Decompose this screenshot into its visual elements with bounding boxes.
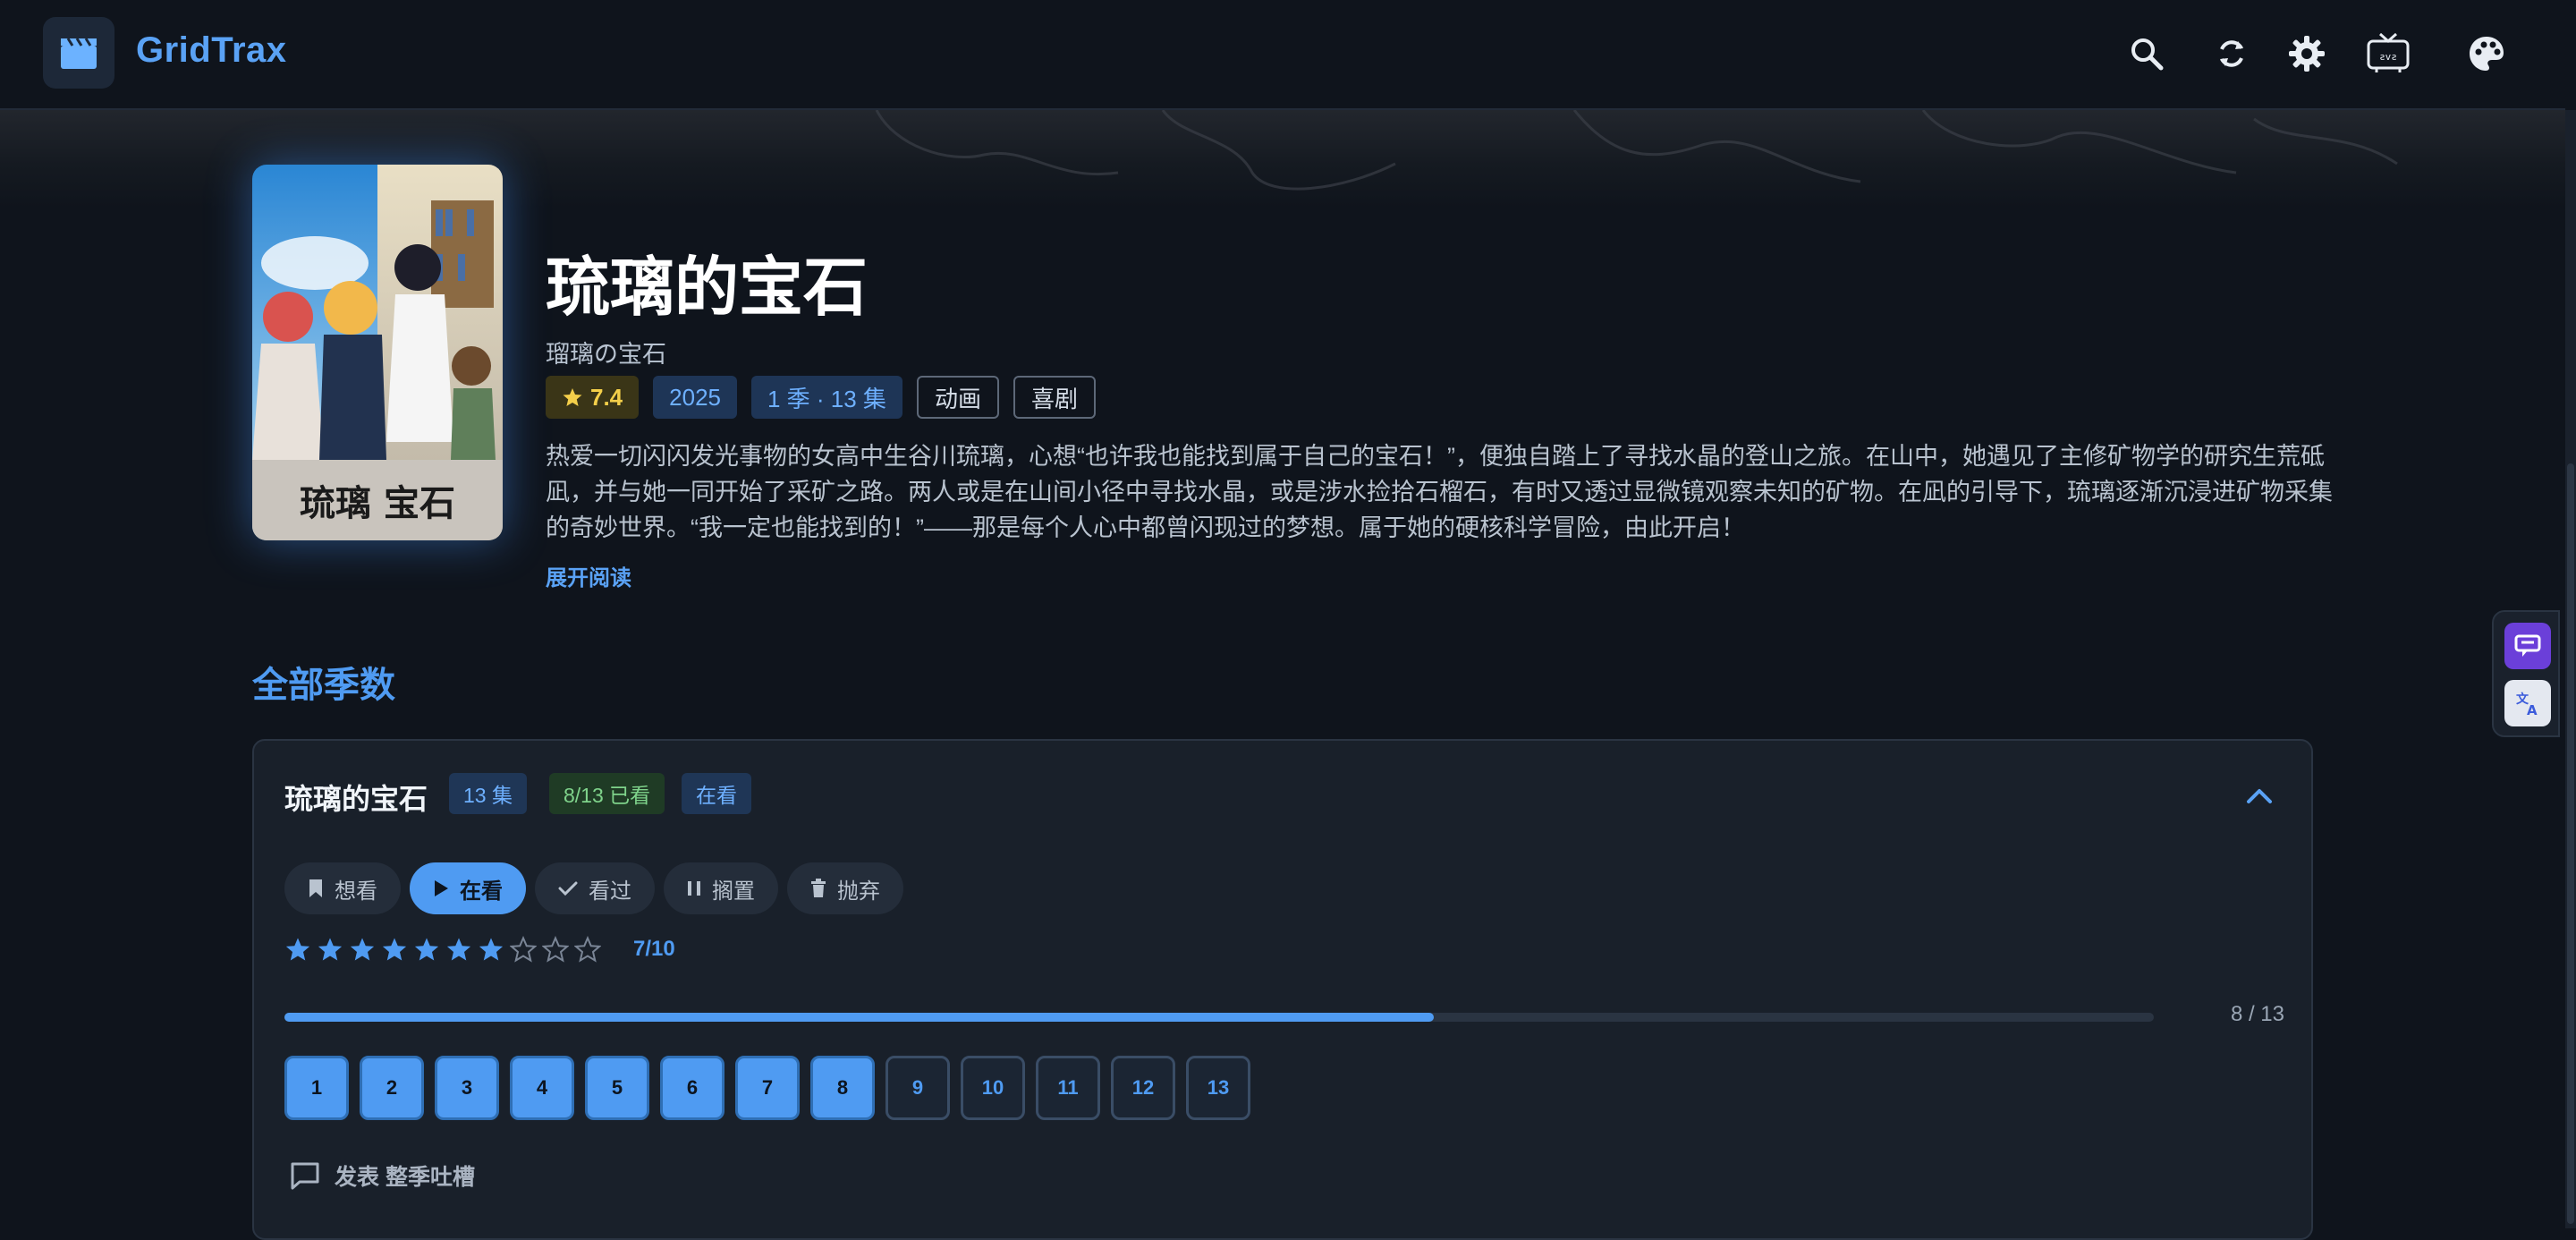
star-empty-icon[interactable] <box>542 936 569 963</box>
status-label: 想看 <box>335 879 377 904</box>
palette-icon[interactable] <box>2460 27 2513 81</box>
chat-icon[interactable] <box>2504 623 2551 669</box>
section-title: 全部季数 <box>252 666 395 705</box>
status-watching-button[interactable]: 在看 <box>410 862 526 914</box>
episode-button[interactable]: 6 <box>660 1056 724 1120</box>
watch-status-group: 想看 在看 看过 搁置 抛弃 <box>284 862 903 914</box>
sync-icon[interactable] <box>2205 27 2258 81</box>
watched-count-badge: 8/13 已看 <box>549 773 665 814</box>
bookmark-icon <box>309 879 322 897</box>
svg-text:A: A <box>2527 702 2538 718</box>
status-label: 在看 <box>460 879 503 904</box>
rating-value: 7.4 <box>590 383 623 411</box>
show-title: 琉璃的宝石 <box>546 252 869 324</box>
episode-button[interactable]: 5 <box>585 1056 649 1120</box>
episode-button[interactable]: 3 <box>435 1056 499 1120</box>
status-label: 看过 <box>589 879 631 904</box>
star-filled-icon[interactable] <box>317 936 343 963</box>
comment-label: 发表 整季吐槽 <box>335 1165 475 1190</box>
pause-icon <box>688 881 700 896</box>
clapperboard-icon[interactable] <box>43 17 114 89</box>
show-description: 热爱一切闪闪发光事物的女高中生谷川琉璃，心想“也许我也能找到属于自己的宝石！”，… <box>546 443 2333 541</box>
progress-text: 8 / 13 <box>2230 1002 2284 1026</box>
episode-count-badge: 13 集 <box>449 773 527 814</box>
chevron-up-icon[interactable] <box>2241 778 2277 814</box>
episode-grid: 1 2 3 4 5 6 7 8 9 10 11 12 13 <box>284 1056 1250 1120</box>
episode-button[interactable]: 12 <box>1111 1056 1175 1120</box>
episode-button[interactable]: 4 <box>510 1056 574 1120</box>
season-name: 琉璃的宝石 <box>284 783 428 815</box>
season-episode-badge: 1 季 · 13 集 <box>751 376 902 419</box>
genre-tag[interactable]: 喜剧 <box>1013 376 1096 419</box>
translate-icon[interactable]: 文A <box>2504 680 2551 726</box>
gear-icon[interactable] <box>2280 27 2334 81</box>
star-empty-icon[interactable] <box>574 936 601 963</box>
star-icon <box>563 388 582 406</box>
check-icon <box>558 881 578 896</box>
year-badge: 2025 <box>653 376 737 419</box>
floating-toolbar: 文A <box>2492 610 2560 737</box>
episode-button[interactable]: 11 <box>1036 1056 1100 1120</box>
scrollbar[interactable] <box>2565 110 2576 1228</box>
trash-icon <box>811 879 826 897</box>
star-filled-icon[interactable] <box>413 936 440 963</box>
original-title: 瑠璃の宝石 <box>546 341 666 368</box>
poster-image: 琉璃 宝石 <box>252 165 503 540</box>
expand-description-link[interactable]: 展开阅读 <box>546 560 631 591</box>
star-filled-icon[interactable] <box>478 936 504 963</box>
status-badge: 在看 <box>682 773 751 814</box>
episode-button[interactable]: 10 <box>961 1056 1025 1120</box>
star-filled-icon[interactable] <box>349 936 376 963</box>
svg-text:琉璃 宝石: 琉璃 宝石 <box>300 482 455 524</box>
tag-row: 7.4 2025 1 季 · 13 集 动画 喜剧 <box>546 376 1096 419</box>
episode-button[interactable]: 1 <box>284 1056 349 1120</box>
episode-button[interactable]: 13 <box>1186 1056 1250 1120</box>
status-want-button[interactable]: 想看 <box>284 862 401 914</box>
season-comment-button[interactable]: 发表 整季吐槽 <box>290 1159 475 1192</box>
search-icon[interactable] <box>2120 27 2174 81</box>
status-label: 搁置 <box>712 879 755 904</box>
comment-icon <box>291 1162 319 1190</box>
genre-tag[interactable]: 动画 <box>916 376 999 419</box>
top-bar: GridTrax ƨvƨ <box>0 0 2565 110</box>
status-watched-button[interactable]: 看过 <box>535 862 655 914</box>
star-empty-icon[interactable] <box>510 936 537 963</box>
episode-button[interactable]: 8 <box>810 1056 875 1120</box>
episode-button[interactable]: 9 <box>886 1056 950 1120</box>
rating-score: 7/10 <box>633 937 675 961</box>
episode-button[interactable]: 2 <box>360 1056 424 1120</box>
scrollbar-thumb[interactable] <box>2567 463 2574 1224</box>
progress-bar <box>284 1013 2154 1022</box>
star-filled-icon[interactable] <box>445 936 472 963</box>
status-label: 抛弃 <box>837 879 880 904</box>
tv-icon[interactable]: ƨvƨ <box>2360 27 2417 81</box>
rating-badge: 7.4 <box>546 376 640 419</box>
status-onhold-button[interactable]: 搁置 <box>664 862 778 914</box>
play-icon <box>435 880 448 896</box>
app-name[interactable]: GridTrax <box>136 30 287 71</box>
episode-button[interactable]: 7 <box>735 1056 800 1120</box>
status-dropped-button[interactable]: 抛弃 <box>787 862 903 914</box>
star-filled-icon[interactable] <box>381 936 408 963</box>
season-card: 琉璃的宝石 13 集 8/13 已看 在看 想看 在看 看过 搁置 抛弃 7/1… <box>252 739 2313 1240</box>
star-filled-icon[interactable] <box>284 936 311 963</box>
progress-fill <box>284 1013 1435 1022</box>
svg-text:ƨvƨ: ƨvƨ <box>2379 51 2397 63</box>
rating-stars: 7/10 <box>284 936 675 963</box>
